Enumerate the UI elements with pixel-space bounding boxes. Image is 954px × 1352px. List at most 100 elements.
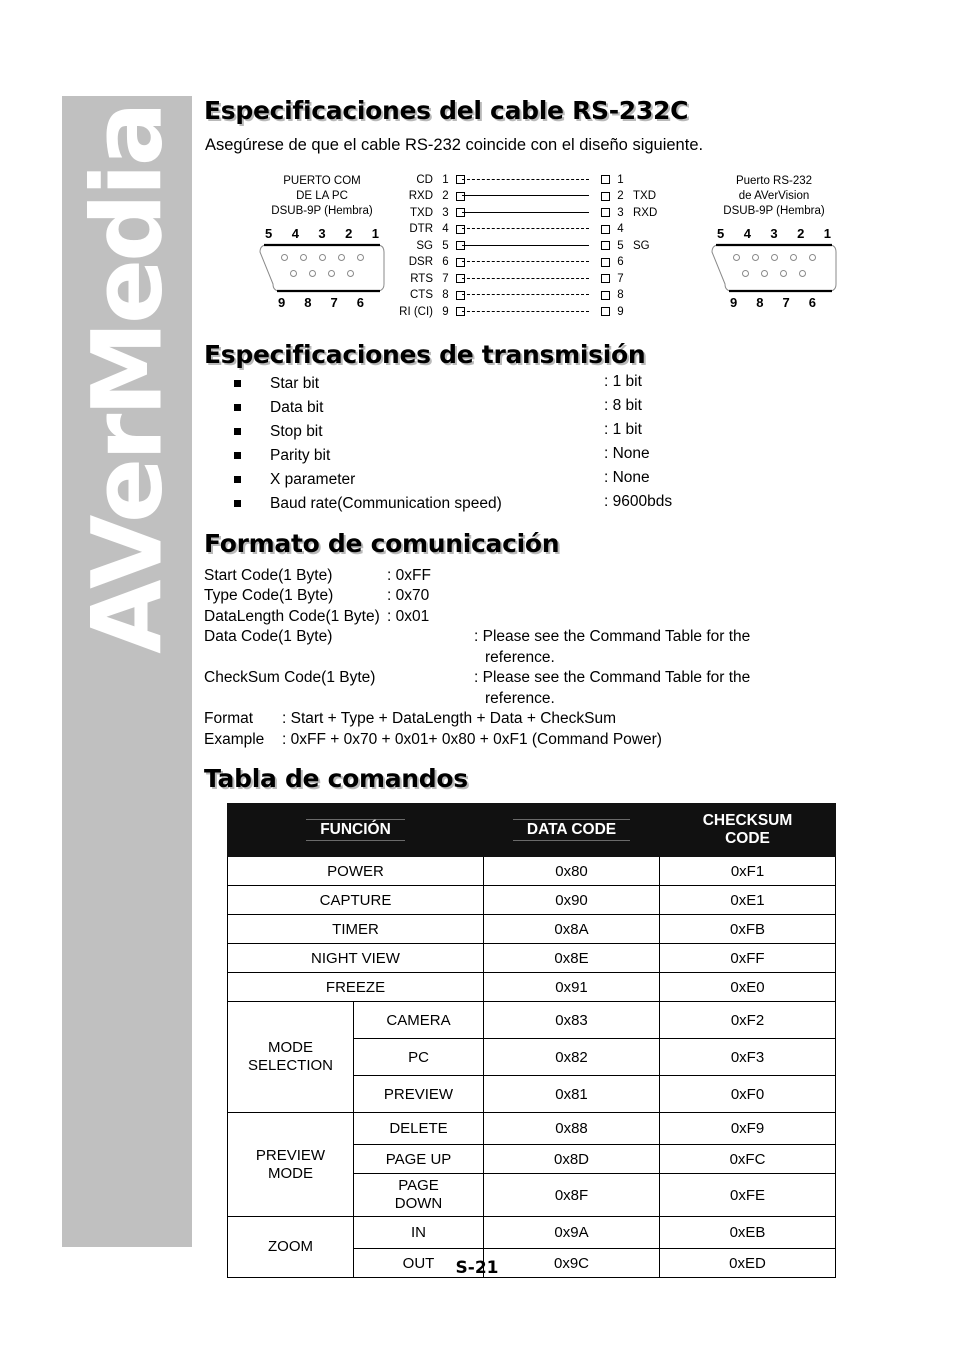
pin-box-icon <box>601 241 610 251</box>
format-value: : 0xFF + 0x70 + 0x01+ 0x80 + 0xF1 (Comma… <box>282 730 662 748</box>
rs232-wiring-diagram: PUERTO COM DE LA PC DSUB-9P (Hembra) 5 4… <box>204 168 904 336</box>
page-footer: S-21 <box>0 1258 954 1278</box>
cell-checksum-code: 0xE0 <box>659 972 837 1003</box>
format-key: Example <box>204 730 265 748</box>
pin-hole <box>780 269 787 277</box>
pin-hole <box>742 269 749 277</box>
format-line-checksum-continued: reference. <box>485 689 555 707</box>
table-row: MODE SELECTION CAMERA 0x83 0xF2 <box>227 1001 837 1114</box>
connector-shell-icon <box>259 243 385 292</box>
column-header-checksum-line1: CHECKSUM <box>702 812 793 830</box>
pin-box-icon <box>601 208 610 218</box>
bullet-square-icon <box>234 500 241 508</box>
format-value: : 0x01 <box>387 607 430 625</box>
spec-label: Data bit <box>270 398 324 416</box>
pin-box-icon <box>601 290 610 300</box>
cell-function: POWER <box>226 856 485 887</box>
spec-value: : None <box>604 468 650 486</box>
spec-item: Data bit <box>234 399 323 417</box>
pin-number: 9 <box>442 305 449 318</box>
pin-hole <box>789 253 797 261</box>
wire-solid-icon <box>462 211 589 213</box>
pin-number: 8 <box>617 289 624 302</box>
command-table: FUNCIÓN DATA CODE CHECKSUM CODE POWER 0x… <box>226 803 837 1279</box>
table-row: POWER 0x80 0xF1 <box>226 856 837 887</box>
format-value: : Please see the Command Table for the <box>474 669 751 687</box>
format-value: : Start + Type + DataLength + Data + Che… <box>282 710 617 728</box>
table-row: CAPTURE 0x90 0xE1 <box>226 885 837 916</box>
pin-number: 8 <box>304 294 312 310</box>
cell-checksum-code: 0xF9 <box>659 1112 837 1146</box>
pin-number: 8 <box>756 294 764 310</box>
wire-row <box>454 172 597 189</box>
connector-shell-icon <box>711 243 837 292</box>
bullet-square-icon <box>234 452 241 460</box>
avervision-connector-shell <box>708 242 840 294</box>
cell-group-name: MODE SELECTION <box>227 1001 354 1114</box>
pin-number: 8 <box>442 289 449 302</box>
cell-subfunction: PC <box>352 1038 485 1077</box>
wire-row <box>454 287 597 304</box>
format-line-format: Format : Start + Type + DataLength + Dat… <box>204 709 904 730</box>
spec-value: : 1 bit <box>604 420 642 438</box>
cell-data-code: 0x8A <box>483 914 661 945</box>
pin-row: 6 <box>597 254 669 271</box>
format-line-data-code-continued: reference. <box>485 648 555 666</box>
pin-signal: RXD <box>633 206 658 219</box>
communication-format-section: Formato de comunicación Start Code(1 Byt… <box>204 529 904 751</box>
format-key: CheckSum Code(1 Byte) <box>204 669 376 687</box>
pin-hole <box>290 269 297 277</box>
pin-number: 2 <box>797 225 805 241</box>
cell-data-code: 0x81 <box>483 1075 661 1114</box>
format-key: Start Code(1 Byte) <box>204 566 333 584</box>
cell-subfunction: PAGE DOWN <box>352 1173 485 1218</box>
pin-number: 4 <box>291 225 299 241</box>
pin-box-icon <box>601 274 610 284</box>
avervision-connector-title-line1: Puerto RS-232 <box>735 174 813 187</box>
spec-value: : 8 bit <box>604 396 642 414</box>
pin-hole <box>770 253 778 261</box>
cell-checksum-code: 0xFB <box>659 914 837 945</box>
wire-dashed-icon <box>462 178 589 180</box>
pin-number: 9 <box>617 305 624 318</box>
pin-number: 5 <box>617 239 624 252</box>
cell-subfunction: PAGE UP <box>352 1144 485 1175</box>
wire-connections <box>454 172 597 321</box>
format-line-type-code: Type Code(1 Byte) : 0x70 <box>204 586 904 607</box>
wire-dashed-icon <box>462 261 589 263</box>
pin-number: 9 <box>730 294 738 310</box>
column-header-data-code: DATA CODE <box>483 803 661 858</box>
command-table-head: FUNCIÓN DATA CODE CHECKSUM CODE <box>226 803 837 858</box>
avervision-dsub9-connector: 5 4 3 2 1 9 8 7 6 <box>708 226 840 310</box>
pin-row: 3 RXD <box>597 205 669 222</box>
pin-number: 7 <box>617 272 624 285</box>
avervision-connector-top-pin-numbers: 5 4 3 2 1 <box>708 226 840 241</box>
pin-number: 4 <box>617 223 624 236</box>
wire-dashed-icon <box>462 294 589 296</box>
wire-solid-icon <box>462 195 589 197</box>
column-header-checksum-line2: CODE <box>725 830 770 848</box>
format-line-start-code: Start Code(1 Byte) : 0xFF <box>204 566 904 587</box>
pin-number: 1 <box>371 225 379 241</box>
spec-label: Stop bit <box>270 422 323 440</box>
pc-dsub9-connector: 5 4 3 2 1 9 8 7 6 <box>256 226 388 310</box>
group-name-line2: MODE <box>268 1164 313 1182</box>
pin-signal: DSR <box>408 256 433 269</box>
spec-label: X parameter <box>270 470 356 488</box>
pin-number: 3 <box>442 206 449 219</box>
pin-number: 2 <box>617 190 624 203</box>
cell-checksum-code: 0xFF <box>659 943 837 974</box>
cell-data-code: 0x80 <box>483 856 661 887</box>
cell-subfunction: DELETE <box>352 1112 485 1146</box>
format-line-data-code: Data Code(1 Byte) : Please see the Comma… <box>204 627 904 648</box>
table-row: NIGHT VIEW 0x8E 0xFF <box>226 943 837 974</box>
transmission-spec-list: Star bit : 1 bit Data bit : 8 bit Stop b… <box>204 373 904 527</box>
pc-connector-pin-holes-row2 <box>256 269 388 277</box>
pin-hole <box>347 269 354 277</box>
wire-row <box>454 271 597 288</box>
spec-value: : 9600bds <box>604 492 673 510</box>
pin-hole <box>309 269 316 277</box>
pin-number: 7 <box>330 294 338 310</box>
spec-item: Parity bit <box>234 447 330 465</box>
format-value: : 0x70 <box>387 587 430 605</box>
